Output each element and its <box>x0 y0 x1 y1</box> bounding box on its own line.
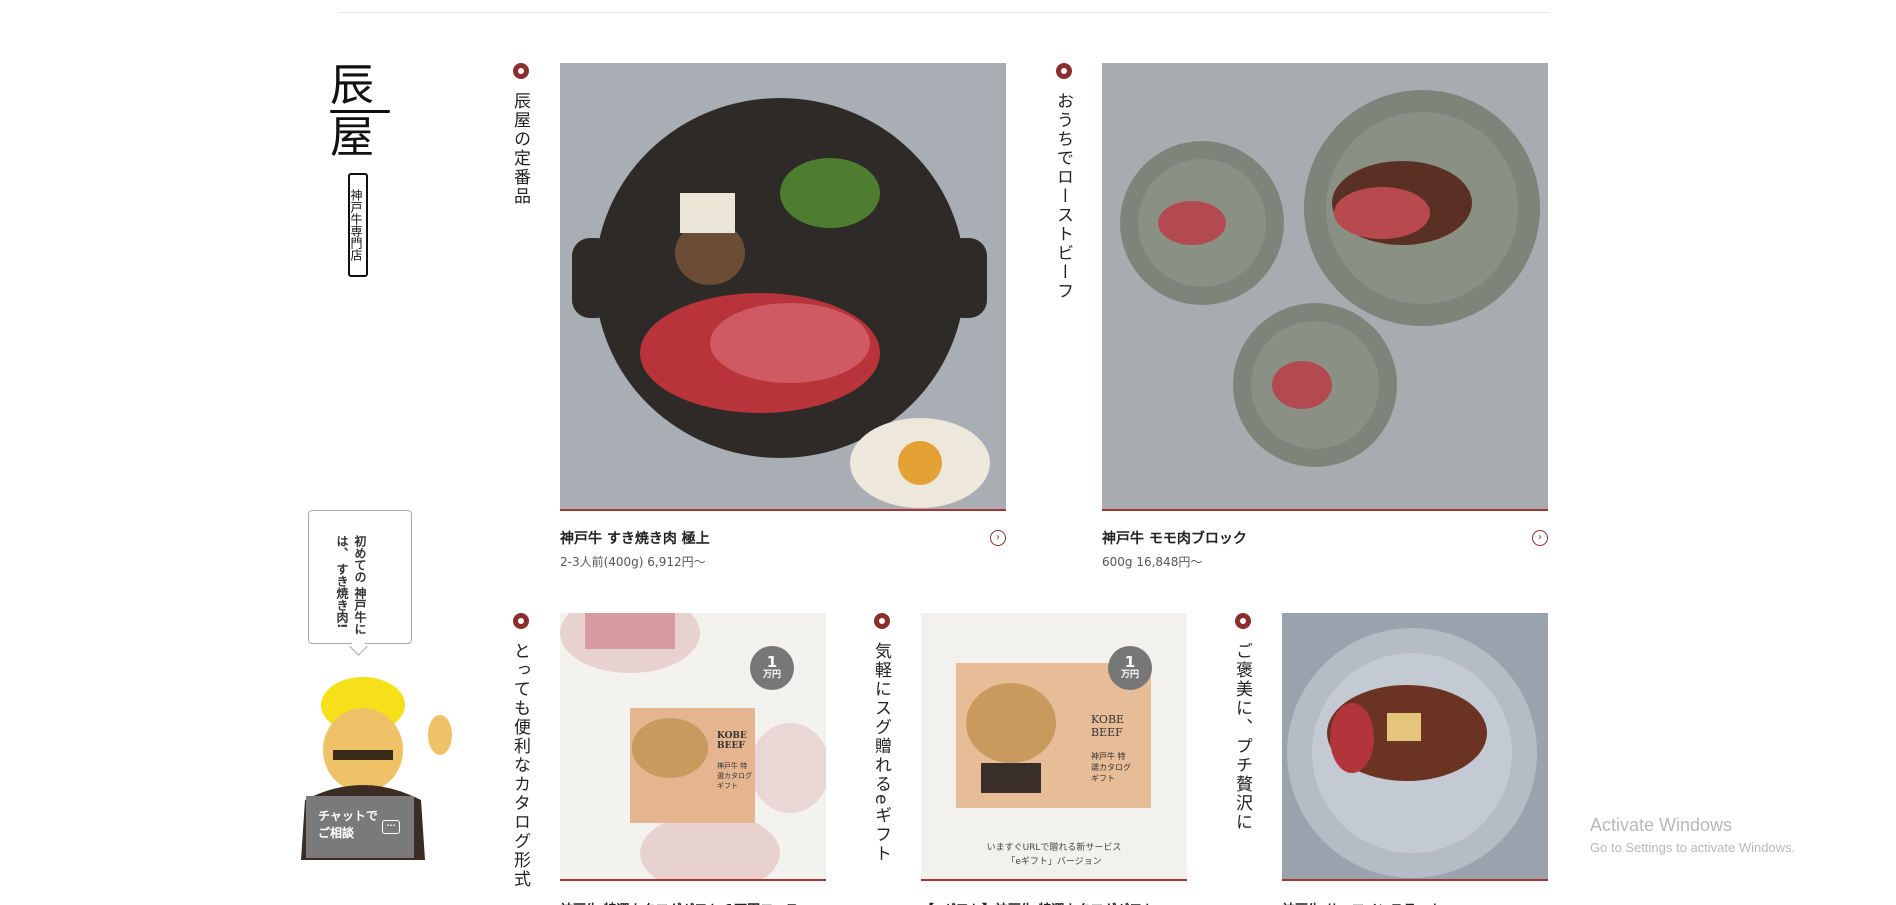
steak-illustration <box>1282 613 1548 879</box>
egift-caption-1: いますぐURLで贈れる新サービス <box>986 843 1122 853</box>
catalog-card-text: 神戸牛 特選カタログ ギフト <box>717 762 752 790</box>
price-badge: 1 万円 <box>750 646 794 690</box>
roast-beef-illustration <box>1102 63 1548 509</box>
flower-dot-icon <box>1056 63 1072 79</box>
steak-image[interactable] <box>1282 613 1548 881</box>
price-badge: 1 万円 <box>1108 646 1152 690</box>
section-title-2: おうちでローストビーフ <box>1053 92 1073 301</box>
sukiyaki-image[interactable] <box>560 63 1006 511</box>
section-title-3: とっても便利なカタログ形式 <box>510 642 530 889</box>
watermark-line-1: Activate Windows <box>1590 815 1733 835</box>
shop-label: 神戸牛専門店 <box>348 173 368 277</box>
logo-underline <box>330 110 390 113</box>
product-name-3[interactable]: 神戸牛 特選カタログギフト 1万円コース <box>560 899 806 905</box>
watermark-line-2: Go to Settings to activate Windows. <box>1590 840 1796 855</box>
product-name-2[interactable]: 神戸牛 モモ肉ブロック <box>1102 528 1247 548</box>
sukiyaki-illustration <box>560 63 1006 509</box>
flower-dot-icon <box>874 613 890 629</box>
arrow-right-circle-icon[interactable]: › <box>1532 530 1548 546</box>
brand-logo[interactable]: 辰屋 <box>330 60 396 163</box>
egift-image[interactable]: 1 万円 KOBE BEEF 神戸牛 特選カタログ ギフト いますぐURLで贈れ… <box>921 613 1187 881</box>
product-name-4[interactable]: 【eギフト】神戸牛 特選カタログギフト <box>921 899 1161 905</box>
chat-speech-bubble[interactable]: 初めての 神戸牛には、 すき焼き肉! <box>308 510 412 644</box>
product-name-5[interactable]: 神戸牛 サーロインステーキ <box>1282 899 1482 905</box>
arrow-right-circle-icon[interactable]: › <box>990 530 1006 546</box>
product-price-1: 2-3人前(400g) 6,912円〜 <box>560 555 706 569</box>
windows-activation-watermark: Activate Windows Go to Settings to activ… <box>1590 815 1795 855</box>
flower-dot-icon <box>513 613 529 629</box>
kobe-beef-label: KOBE BEEF <box>717 731 747 751</box>
section-title-1: 辰屋の定番品 <box>510 92 530 206</box>
chat-bubble-text: 初めての 神戸牛には、 すき焼き肉! <box>335 535 367 636</box>
roast-beef-image[interactable] <box>1102 63 1548 511</box>
product-price-2: 600g 16,848円〜 <box>1102 555 1203 569</box>
section-title-4: 気軽にスグ贈れるeギフト <box>871 642 891 864</box>
kobe-beef-label: KOBE BEEF <box>1091 713 1125 739</box>
chat-consult-button[interactable]: チャットで ご相談 ... <box>306 796 414 858</box>
product-name-1[interactable]: 神戸牛 すき焼き肉 極上 <box>560 528 710 548</box>
catalog-gift-image[interactable]: 1 万円 KOBE BEEF 神戸牛 特選カタログ ギフト <box>560 613 826 881</box>
flower-dot-icon <box>513 63 529 79</box>
catalog-card-text: 神戸牛 特選カタログ ギフト <box>1091 752 1131 783</box>
flower-dot-icon <box>1235 613 1251 629</box>
top-divider <box>338 12 1550 13</box>
chat-bubble-icon: ... <box>382 820 400 834</box>
egift-caption-2: 「eギフト」バージョン <box>1006 857 1102 867</box>
chat-button-label: チャットで ご相談 <box>318 809 378 840</box>
section-title-5: ご褒美に、プチ贅沢に <box>1232 642 1252 832</box>
